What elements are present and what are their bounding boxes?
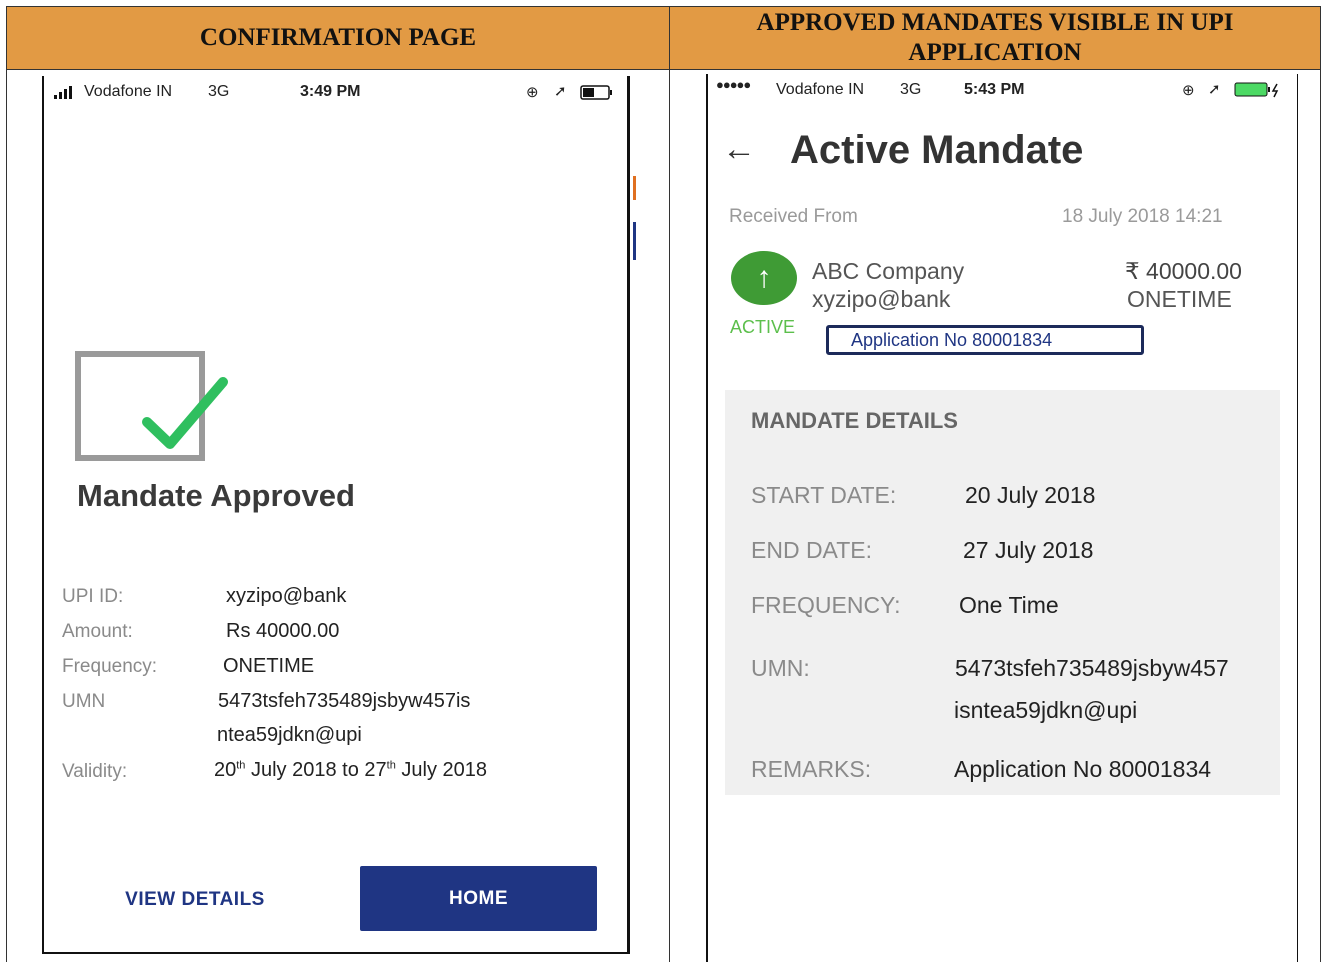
battery-charging-icon [1234, 82, 1286, 103]
remarks-value: Application No 80001834 [954, 756, 1212, 782]
view-details-button[interactable]: VIEW DETAILS [100, 870, 290, 930]
battery-icon [580, 85, 614, 106]
header-confirmation-page: CONFIRMATION PAGE [6, 6, 670, 70]
umn-value-line1: 5473tsfeh735489jsbyw457is [218, 690, 471, 712]
left-phone-screen [42, 76, 630, 954]
time-label: 3:49 PM [300, 83, 361, 100]
payee-vpa: xyzipo@bank [812, 286, 951, 312]
active-mandate-title: Active Mandate [790, 128, 1084, 172]
received-from-label: Received From [729, 206, 858, 227]
end-date-value: 27 July 2018 [963, 537, 1094, 563]
validity-start-rest: July 2018 to [245, 759, 365, 781]
table-border-right [1320, 70, 1321, 962]
rotation-lock-icon: ⊕ [1182, 82, 1195, 99]
header-right-text: APPROVED MANDATES VISIBLE IN UPI APPLICA… [756, 9, 1234, 66]
mandate-frequency: ONETIME [1127, 286, 1232, 312]
table-border-left [6, 70, 7, 962]
end-date-label: END DATE: [751, 537, 872, 563]
edge-artifact [633, 222, 636, 260]
frequency-label: FREQUENCY: [751, 592, 901, 618]
network-label: 3G [208, 83, 230, 100]
start-date-value: 20 July 2018 [965, 482, 1096, 508]
start-date-label: START DATE: [751, 482, 897, 508]
umn-label: UMN: [751, 655, 810, 681]
carrier-label: Vodafone IN [776, 81, 865, 98]
status-badge: ACTIVE [730, 317, 796, 337]
validity-end-day: 27 [364, 759, 387, 781]
upi-id-label: UPI ID: [62, 586, 124, 607]
amount-label: Amount: [62, 621, 133, 642]
umn-value-line2: isntea59jdkn@upi [954, 697, 1138, 723]
frequency-label: Frequency: [62, 656, 158, 677]
header-approved-mandates: APPROVED MANDATES VISIBLE IN UPI APPLICA… [669, 6, 1321, 70]
validity-end-rest: July 2018 [395, 759, 488, 781]
frequency-value: One Time [959, 592, 1059, 618]
network-label: 3G [900, 81, 922, 98]
payee-name: ABC Company [812, 258, 965, 284]
remarks-label: REMARKS: [751, 756, 872, 782]
table-border-middle [669, 70, 670, 962]
mandate-up-arrow-icon: ↑ [731, 251, 797, 305]
rotation-lock-icon: ⊕ [526, 84, 539, 101]
frequency-value: ONETIME [223, 655, 315, 677]
validity-value: 20th July 2018 to 27th July 2018 [214, 759, 487, 782]
validity-label: Validity: [62, 761, 128, 782]
application-no-highlight: Application No 80001834 [826, 325, 1144, 355]
header-left-text: CONFIRMATION PAGE [199, 24, 477, 51]
edge-artifact [633, 176, 636, 200]
validity-start-day: 20 [214, 759, 237, 781]
location-icon: ➚ [554, 83, 567, 100]
mandate-details-heading: MANDATE DETAILS [751, 408, 958, 433]
time-label: 5:43 PM [964, 81, 1025, 98]
umn-label: UMN [62, 691, 106, 712]
validity-end-suffix: th [386, 759, 396, 772]
umn-value-line1: 5473tsfeh735489jsbyw457 [955, 655, 1229, 681]
approved-checkbox-icon [75, 350, 235, 470]
location-icon: ➚ [1208, 81, 1221, 98]
umn-value-line2: ntea59jdkn@upi [217, 724, 362, 746]
left-status-bar: Vodafone IN 3G 3:49 PM ⊕ ➚ [52, 82, 624, 104]
mandate-approved-title: Mandate Approved [77, 478, 355, 513]
received-datetime: 18 July 2018 14:21 [1062, 206, 1223, 227]
signal-dots-icon: ●●●●● [716, 77, 751, 92]
mandate-amount: ₹ 40000.00 [1125, 258, 1242, 284]
carrier-label: Vodafone IN [84, 83, 173, 100]
back-arrow-icon[interactable]: ← [722, 132, 756, 166]
right-status-bar: ●●●●● Vodafone IN 3G 5:43 PM ⊕ ➚ [716, 77, 1292, 103]
signal-icon [54, 86, 76, 105]
amount-value: Rs 40000.00 [226, 620, 340, 642]
home-button[interactable]: HOME [360, 866, 597, 931]
upi-id-value: xyzipo@bank [226, 585, 347, 607]
